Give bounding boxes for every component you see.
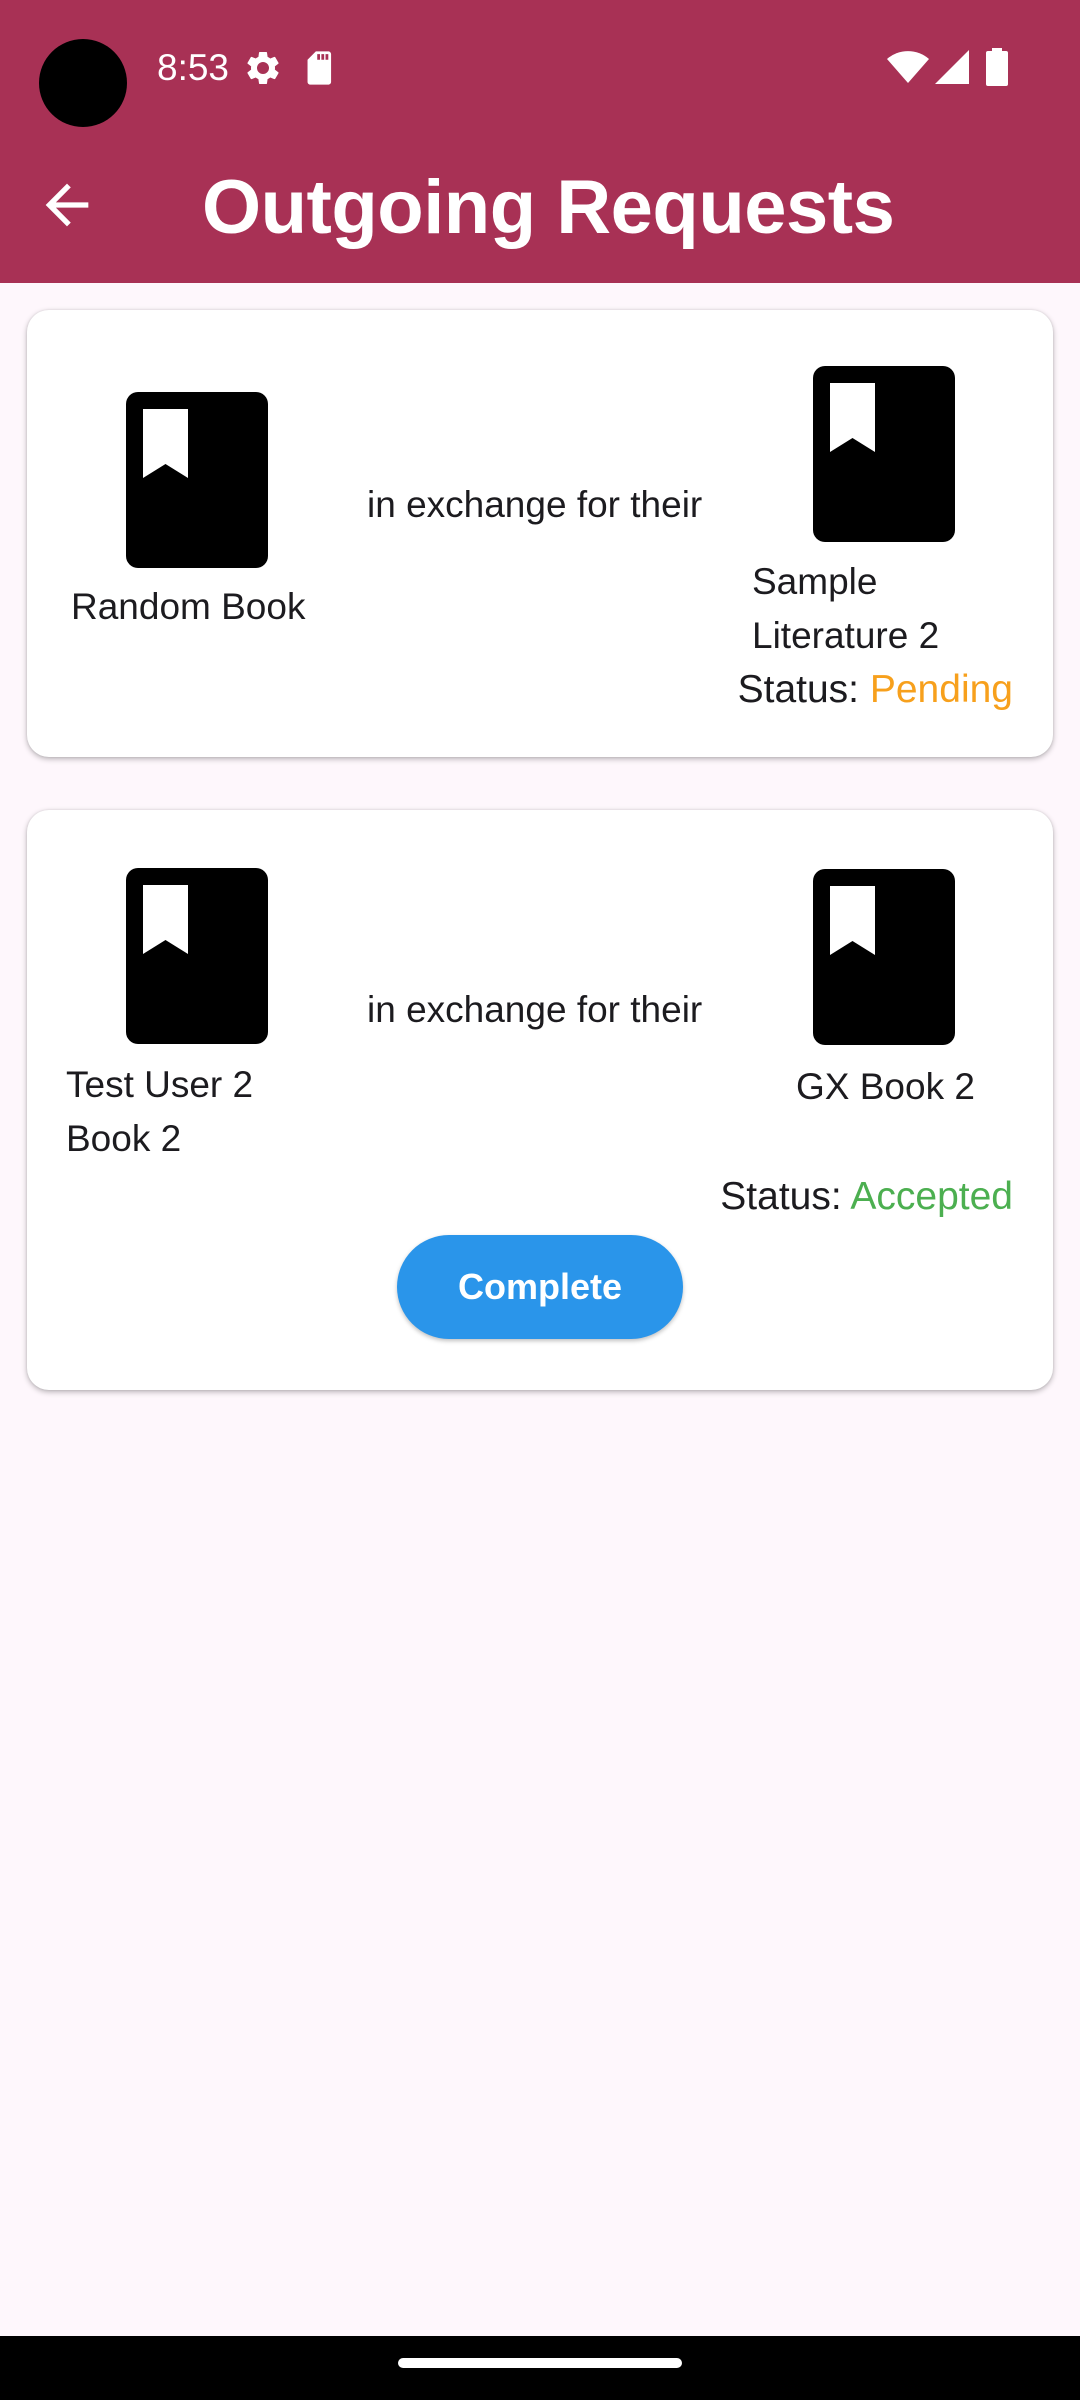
their-book-title-line1: Sample bbox=[752, 561, 878, 602]
their-book-title: GX Book 2 bbox=[796, 1066, 975, 1107]
status-badge: Pending bbox=[869, 668, 1013, 711]
sd-card-icon bbox=[307, 51, 332, 85]
your-book-title: Random Book bbox=[71, 586, 306, 627]
status-row: Status: Accepted bbox=[720, 1170, 1013, 1224]
cell-signal-icon bbox=[935, 50, 969, 84]
status-row: Status: Pending bbox=[738, 663, 1013, 717]
status-label: Status: bbox=[720, 1175, 842, 1218]
your-book-title-line1: Test User 2 bbox=[66, 1064, 254, 1105]
their-book-title-line2: Literature 2 bbox=[752, 615, 940, 656]
arrow-back-icon bbox=[45, 183, 89, 227]
exchange-text: in exchange for their bbox=[367, 989, 703, 1030]
battery-icon bbox=[986, 48, 1008, 86]
your-book-title-line2: Book 2 bbox=[66, 1118, 182, 1159]
request-card: Test User 2 Book 2 in exchange for their… bbox=[27, 810, 1053, 1390]
page-title: Outgoing Requests bbox=[202, 165, 895, 250]
home-gesture-handle[interactable] bbox=[398, 2358, 682, 2368]
status-time: 8:53 bbox=[157, 47, 230, 88]
front-camera-cutout bbox=[39, 39, 127, 127]
wifi-icon bbox=[887, 51, 929, 83]
exchange-text: in exchange for their bbox=[367, 484, 703, 525]
back-button[interactable] bbox=[22, 160, 112, 250]
book-icon bbox=[126, 392, 268, 568]
settings-gear-icon bbox=[247, 51, 279, 84]
book-icon bbox=[813, 366, 955, 542]
book-icon bbox=[126, 868, 268, 1044]
status-label: Status: bbox=[737, 668, 860, 711]
complete-button[interactable]: Complete bbox=[397, 1235, 683, 1339]
system-nav-bar bbox=[0, 2336, 1080, 2400]
status-badge: Accepted bbox=[850, 1175, 1013, 1218]
book-icon bbox=[813, 869, 955, 1045]
app-bar: 8:53 Outgoing Requests bbox=[0, 0, 1080, 283]
request-card: Random Book in exchange for their Sample… bbox=[27, 310, 1053, 757]
